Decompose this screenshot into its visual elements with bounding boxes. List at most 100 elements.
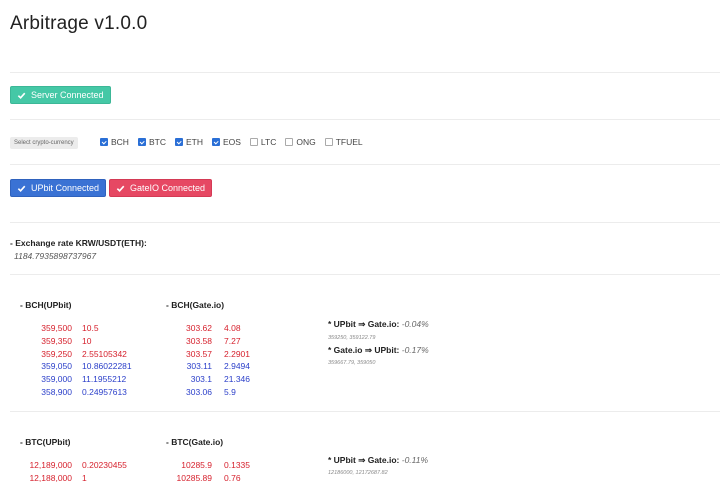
upbit-book-header: - BCH(UPbit) — [20, 300, 72, 310]
quantity-cell: 0.24957613 — [82, 386, 127, 397]
coin-option-bch[interactable]: BCH — [100, 137, 129, 147]
coin-label: ETH — [185, 137, 203, 147]
quantity-cell: 21.346 — [224, 374, 250, 385]
upbit-connected-label: UPbit Connected — [31, 183, 100, 193]
checkbox[interactable] — [324, 138, 333, 146]
divider — [10, 411, 720, 412]
quantity-cell: 10.86022281 — [82, 361, 132, 372]
quantity-cell: 2.2901 — [224, 348, 250, 359]
gate-book-header: - BCH(Gate.io) — [166, 300, 225, 310]
orderbook-row: 303.58 7.27 — [170, 335, 250, 348]
coin-label: TFUEL — [335, 137, 363, 147]
gate-orderbook: 10285.9 0.1335 10285.89 0.76 — [170, 459, 250, 485]
orderbook-row: 303.06 5.9 — [170, 386, 250, 399]
divider — [10, 164, 720, 165]
arb-percent: -0.04% — [401, 319, 429, 329]
upbit-orderbook: 12,189,000 0.20230455 12,188,000 1 — [22, 459, 127, 485]
coin-option-ltc[interactable]: LTC — [249, 137, 277, 147]
coin-option-eth[interactable]: ETH — [174, 137, 203, 147]
price-cell: 359,350 — [41, 335, 72, 346]
price-cell: 359,000 — [41, 374, 72, 385]
quantity-cell: 4.08 — [224, 323, 241, 333]
gateio-connected-button[interactable]: GateIO Connected — [109, 179, 213, 197]
checkbox[interactable] — [249, 138, 258, 146]
crypto-checkbox-group: BCH BTC ETH EOS LTC ONG TFUEL — [100, 137, 372, 147]
checkbox[interactable] — [174, 138, 183, 146]
orderbook-row: 359,050 10.86022281 — [22, 360, 132, 373]
checkbox[interactable] — [211, 138, 220, 146]
price-cell: 12,189,000 — [29, 460, 72, 470]
quantity-cell: 7.27 — [224, 335, 241, 346]
quantity-cell: 10.5 — [82, 323, 99, 333]
divider — [10, 274, 720, 275]
coin-option-btc[interactable]: BTC — [137, 137, 166, 147]
arb-upbit-to-gate: * UPbit ⇒ Gate.io: -0.11% — [328, 455, 428, 466]
check-icon — [17, 185, 26, 192]
orderbook-row: 303.62 4.08 — [170, 322, 250, 335]
orderbook-row: 303.1 21.346 — [170, 373, 250, 386]
arb-gate-to-upbit: * Gate.io ⇒ UPbit: -0.17% — [328, 345, 429, 356]
coin-label: EOS — [222, 137, 241, 147]
price-cell: 10285.89 — [176, 472, 212, 483]
price-cell: 358,900 — [41, 386, 72, 397]
server-status-label: Server Connected — [31, 90, 104, 100]
price-cell: 303.58 — [186, 335, 212, 346]
arb-detail: 359250, 359122.79 — [328, 335, 376, 341]
arb-detail: 12186000, 12172687.82 — [328, 470, 388, 476]
exchange-rate-label: - Exchange rate KRW/USDT(ETH): — [10, 238, 147, 248]
gateio-connected-label: GateIO Connected — [130, 183, 206, 193]
quantity-cell: 0.1335 — [224, 460, 250, 470]
coin-option-ong[interactable]: ONG — [285, 137, 316, 147]
arb-percent: -0.11% — [401, 455, 429, 465]
divider — [10, 72, 720, 73]
orderbook-row: 358,900 0.24957613 — [22, 386, 132, 399]
price-cell: 303.57 — [186, 348, 212, 359]
price-cell: 12,188,000 — [29, 472, 72, 483]
checkbox[interactable] — [285, 138, 294, 146]
upbit-connected-button[interactable]: UPbit Connected — [10, 179, 107, 197]
price-cell: 303.06 — [186, 386, 212, 397]
orderbook-row: 12,188,000 1 — [22, 472, 127, 485]
arb-upbit-to-gate: * UPbit ⇒ Gate.io: -0.04% — [328, 319, 429, 330]
coin-label: BCH — [111, 137, 129, 147]
checkbox[interactable] — [137, 138, 146, 146]
coin-label: ONG — [296, 137, 316, 147]
orderbook-row: 359,350 10 — [22, 335, 132, 348]
arb-label: * UPbit ⇒ Gate.io: — [328, 455, 400, 465]
gate-book-header: - BTC(Gate.io) — [166, 437, 224, 447]
arb-label: * Gate.io ⇒ UPbit: — [328, 345, 400, 355]
price-cell: 359,250 — [41, 348, 72, 359]
orderbook-row: 359,250 2.55105342 — [22, 348, 132, 361]
orderbook-row: 359,000 11.1955212 — [22, 373, 132, 386]
quantity-cell: 5.9 — [224, 386, 236, 397]
coin-label: BTC — [148, 137, 166, 147]
price-cell: 303.1 — [190, 374, 212, 385]
quantity-cell: 1 — [82, 472, 87, 483]
coin-label: LTC — [260, 137, 277, 147]
orderbook-row: 303.57 2.2901 — [170, 348, 250, 361]
quantity-cell: 11.1955212 — [82, 374, 127, 385]
quantity-cell: 0.76 — [224, 472, 241, 483]
price-cell: 303.11 — [186, 361, 212, 372]
price-cell: 10285.9 — [181, 460, 212, 470]
arb-percent: -0.17% — [401, 345, 429, 355]
orderbook-row: 12,189,000 0.20230455 — [22, 459, 126, 472]
coin-option-tfuel[interactable]: TFUEL — [324, 137, 363, 147]
quantity-cell: 10 — [82, 335, 92, 346]
orderbook-row: 303.11 2.9494 — [170, 360, 250, 373]
price-cell: 303.62 — [186, 323, 212, 333]
quantity-cell: 2.55105342 — [82, 348, 127, 359]
check-icon — [116, 185, 125, 192]
quantity-cell: 2.9494 — [224, 361, 250, 372]
upbit-book-header: - BTC(UPbit) — [20, 437, 71, 447]
app-title: Arbitrage v1.0.0 — [10, 13, 148, 34]
price-cell: 359,050 — [41, 361, 72, 372]
price-cell: 359,500 — [41, 323, 72, 333]
server-status-button[interactable]: Server Connected — [10, 86, 111, 104]
checkbox[interactable] — [100, 138, 108, 146]
arb-label: * UPbit ⇒ Gate.io: — [328, 319, 400, 329]
divider — [10, 222, 720, 223]
orderbook-row: 10285.9 0.1335 — [170, 459, 250, 472]
coin-option-eos[interactable]: EOS — [211, 137, 241, 147]
exchange-rate-value: 1184.7935898737967 — [14, 251, 97, 261]
